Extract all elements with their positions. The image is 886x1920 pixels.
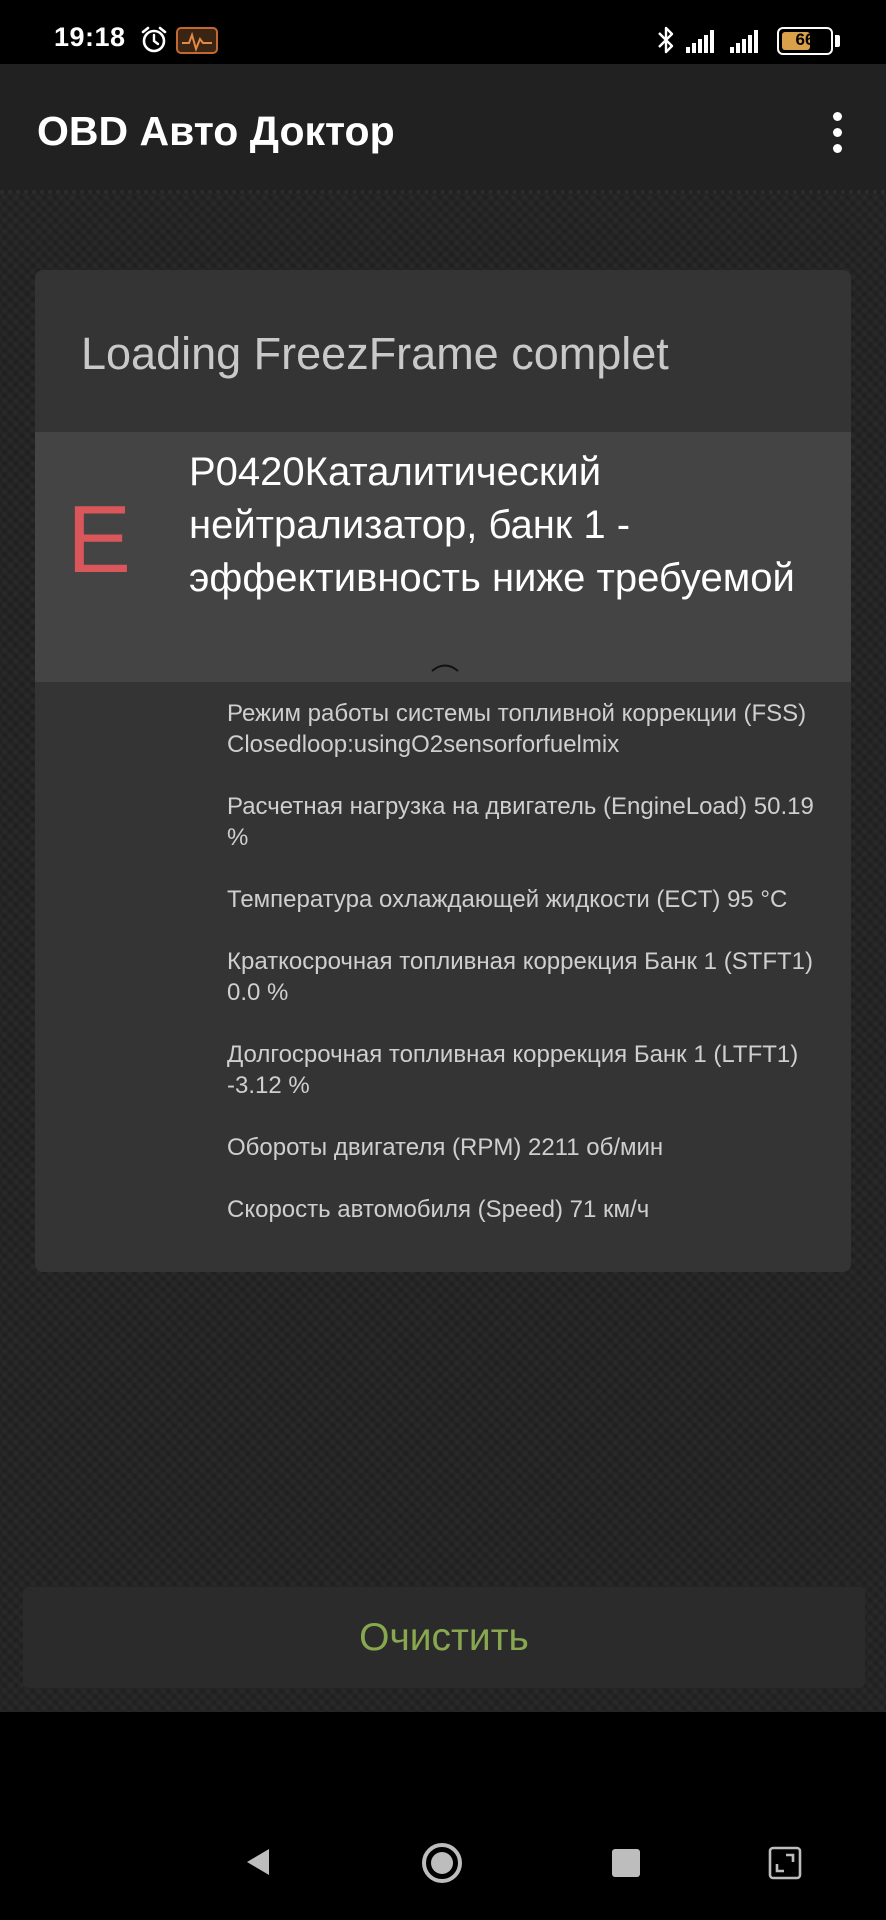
app-title: OBD Авто Доктор xyxy=(37,108,395,154)
parameter-item: Долгосрочная топливная коррекция Банк 1 … xyxy=(227,1041,799,1099)
parameter-item: Обороты двигателя (RPM) 2211 об/мин xyxy=(227,1134,664,1161)
parameter-item: Краткосрочная топливная коррекция Банк 1… xyxy=(227,948,814,1006)
chevron-up-icon[interactable] xyxy=(429,658,461,674)
home-icon[interactable] xyxy=(421,1842,463,1884)
obd-car-icon xyxy=(176,27,218,54)
navigation-bar xyxy=(0,1712,886,1920)
app-bar: OBD Авто Доктор xyxy=(0,64,886,194)
dtc-description: P0420Каталитический нейтрализатор, банк … xyxy=(189,450,795,600)
battery-tip xyxy=(835,35,840,47)
dtc-status-letter: E xyxy=(66,486,132,593)
parameter-item: Температура охлаждающей жидкости (ECT) 9… xyxy=(227,886,788,913)
parameter-item: Режим работы системы топливной коррекции… xyxy=(227,700,807,758)
dtc-row[interactable]: E P0420Каталитический нейтрализатор, бан… xyxy=(35,432,851,682)
bluetooth-icon xyxy=(658,26,674,54)
dialog-title: Loading FreezFrame complet xyxy=(81,328,669,379)
freeze-frame-dialog: Loading FreezFrame complet E P0420Катали… xyxy=(35,270,851,1272)
overflow-menu-icon[interactable] xyxy=(820,108,854,158)
signal-icon xyxy=(686,30,714,53)
status-time: 19:18 xyxy=(54,22,126,52)
clear-button[interactable]: Очистить xyxy=(23,1587,865,1688)
parameter-item: Скорость автомобиля (Speed) 71 км/ч xyxy=(227,1196,650,1223)
status-bar: 19:18 66 xyxy=(0,0,886,64)
battery-icon: 66 xyxy=(777,27,833,55)
alarm-icon xyxy=(141,26,167,53)
freeze-frame-parameters: Режим работы системы топливной коррекции… xyxy=(227,698,837,1256)
fullscreen-icon[interactable] xyxy=(768,1846,802,1880)
content-area: Loading FreezFrame complet E P0420Катали… xyxy=(0,194,886,1712)
battery-level: 66 xyxy=(795,30,815,49)
recents-icon[interactable] xyxy=(612,1849,640,1877)
parameter-item: Расчетная нагрузка на двигатель (EngineL… xyxy=(227,793,814,851)
back-icon[interactable] xyxy=(243,1847,273,1877)
signal-icon xyxy=(730,30,758,53)
